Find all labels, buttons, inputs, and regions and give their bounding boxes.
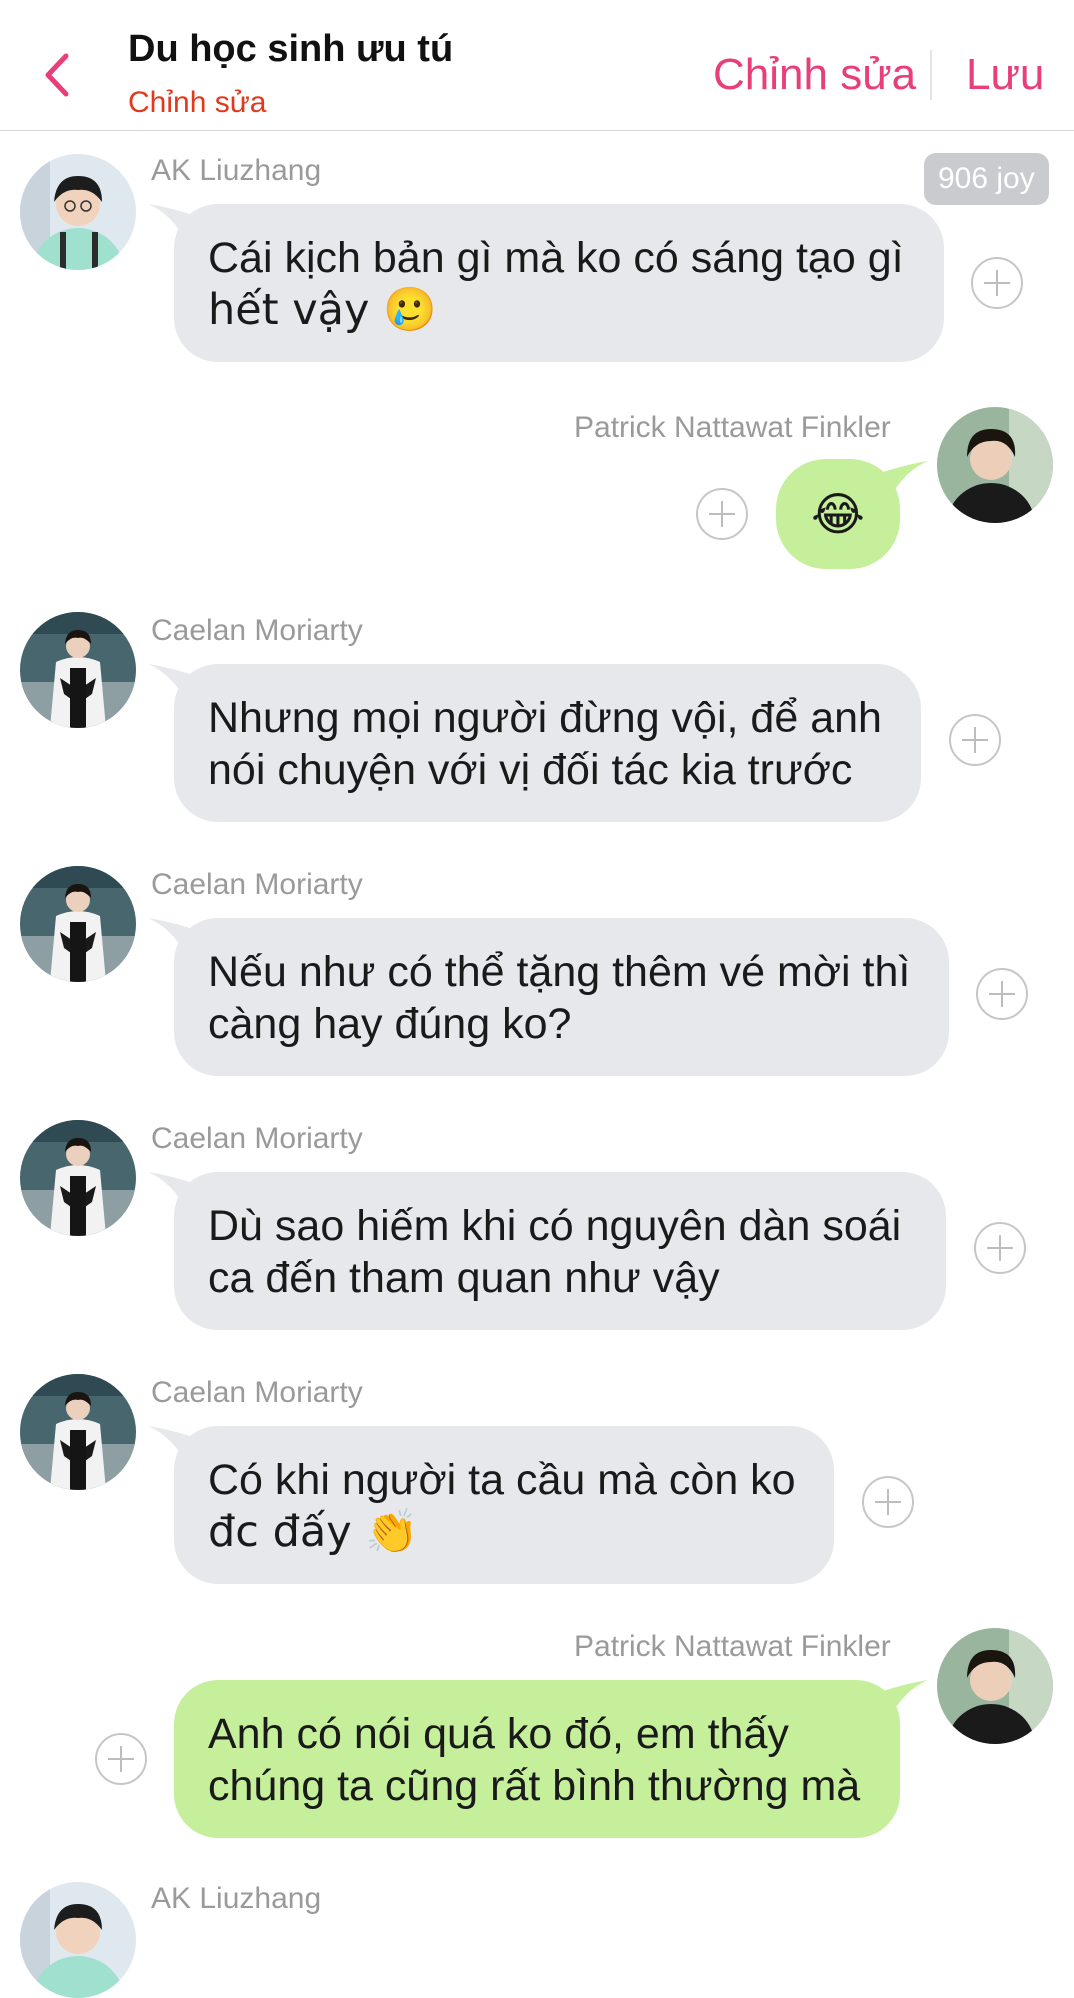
message-row: Caelan Moriarty Dù sao hiếm khi có nguyê…	[0, 1118, 1074, 1338]
sender-name: Patrick Nattawat Finkler	[574, 1630, 891, 1663]
avatar[interactable]	[20, 1120, 136, 1236]
message-row: AK Liuzhang Cái kịch bản gì mà ko có sán…	[0, 150, 1074, 370]
message-line: Nếu như có thể tặng thêm vé mời thì	[208, 948, 911, 996]
sender-name: AK Liuzhang	[151, 154, 322, 187]
header-divider	[930, 50, 932, 100]
avatar[interactable]	[20, 1374, 136, 1490]
add-reaction-button[interactable]	[974, 1222, 1026, 1274]
back-chevron-icon[interactable]	[38, 50, 78, 100]
message-row: Caelan Moriarty Nhưng mọi người đừng vội…	[0, 610, 1074, 830]
message-line: chúng ta cũng rất bình thường mà	[208, 1762, 861, 1810]
message-bubble[interactable]: Nếu như có thể tặng thêm vé mời thì càng…	[174, 918, 949, 1076]
sender-name: Caelan Moriarty	[151, 868, 363, 901]
avatar[interactable]	[937, 407, 1053, 523]
message-row: Patrick Nattawat Finkler 😂	[0, 405, 1074, 575]
message-bubble[interactable]: Anh có nói quá ko đó, em thấy chúng ta c…	[174, 1680, 900, 1838]
avatar[interactable]	[937, 1628, 1053, 1744]
chat-subtitle: Chỉnh sửa	[128, 86, 267, 119]
add-reaction-button[interactable]	[949, 714, 1001, 766]
sender-name: Caelan Moriarty	[151, 1376, 363, 1409]
message-row: Caelan Moriarty Có khi người ta cầu mà c…	[0, 1372, 1074, 1592]
sender-name: Caelan Moriarty	[151, 1122, 363, 1155]
message-line: Cái kịch bản gì mà ko có sáng tạo gì	[208, 234, 904, 282]
chat-title: Du học sinh ưu tú	[128, 28, 454, 70]
message-bubble[interactable]: Nhưng mọi người đừng vội, để anh nói chu…	[174, 664, 921, 822]
message-line: 😂	[811, 487, 865, 541]
add-reaction-button[interactable]	[971, 257, 1023, 309]
message-line: Dù sao hiếm khi có nguyên dàn soái	[208, 1202, 902, 1250]
save-button[interactable]: Lưu	[966, 50, 1044, 100]
message-line: Anh có nói quá ko đó, em thấy	[208, 1710, 789, 1758]
message-line: Có khi người ta cầu mà còn ko	[208, 1456, 796, 1504]
message-line: càng hay đúng ko?	[208, 1000, 572, 1048]
sender-name: AK Liuzhang	[151, 1882, 322, 1915]
message-line: nói chuyện với vị đối tác kia trước	[208, 746, 853, 794]
add-reaction-button[interactable]	[696, 488, 748, 540]
message-bubble[interactable]: Có khi người ta cầu mà còn ko đc đấy 👏	[174, 1426, 834, 1584]
avatar[interactable]	[20, 612, 136, 728]
message-line: ca đến tham quan như vậy	[208, 1254, 720, 1302]
sender-name: Caelan Moriarty	[151, 614, 363, 647]
sender-name: Patrick Nattawat Finkler	[574, 411, 891, 444]
chat-header: Du học sinh ưu tú Chỉnh sửa Chỉnh sửa Lư…	[0, 0, 1074, 131]
message-line: Nhưng mọi người đừng vội, để anh	[208, 694, 882, 742]
avatar[interactable]	[20, 1882, 136, 1998]
message-row: AK Liuzhang	[0, 1880, 1074, 1998]
message-row: Caelan Moriarty Nếu như có thể tặng thêm…	[0, 864, 1074, 1084]
add-reaction-button[interactable]	[976, 968, 1028, 1020]
add-reaction-button[interactable]	[862, 1476, 914, 1528]
message-line: đc đấy 👏	[208, 1507, 419, 1557]
add-reaction-button[interactable]	[95, 1733, 147, 1785]
message-bubble[interactable]: Cái kịch bản gì mà ko có sáng tạo gì hết…	[174, 204, 944, 362]
message-bubble[interactable]: 😂	[776, 459, 900, 569]
edit-button[interactable]: Chỉnh sửa	[713, 50, 916, 100]
avatar[interactable]	[20, 866, 136, 982]
avatar[interactable]	[20, 154, 136, 270]
message-bubble[interactable]: Dù sao hiếm khi có nguyên dàn soái ca đế…	[174, 1172, 946, 1330]
message-row: Patrick Nattawat Finkler Anh có nói quá …	[0, 1626, 1074, 1846]
message-line: hết vậy 🥲	[208, 285, 437, 335]
